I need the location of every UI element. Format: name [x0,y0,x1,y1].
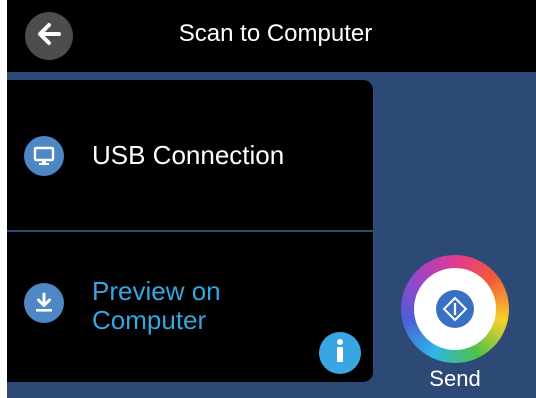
page-title: Scan to Computer [178,20,373,47]
preview-label-line1: Preview on [92,276,221,306]
header-bar: Scan to Computer [7,0,536,72]
send-button-inner [414,268,496,350]
info-icon [330,338,350,369]
info-button[interactable] [319,332,361,374]
preview-label-line2: Computer [92,305,207,335]
preview-on-computer-label: Preview on Computer [92,277,292,335]
menu-panel: USB Connection Preview on Computer [7,80,373,382]
send-diamond-icon [436,290,474,328]
usb-connection-item[interactable]: USB Connection [7,80,373,230]
scan-to-computer-screen: Scan to Computer USB Connection Preview … [7,0,536,398]
send-button[interactable] [401,255,509,363]
send-label: Send [429,366,481,391]
preview-on-computer-item[interactable]: Preview on Computer [7,232,373,382]
download-icon [24,283,64,323]
usb-connection-label: USB Connection [92,140,285,170]
monitor-icon [24,136,64,176]
